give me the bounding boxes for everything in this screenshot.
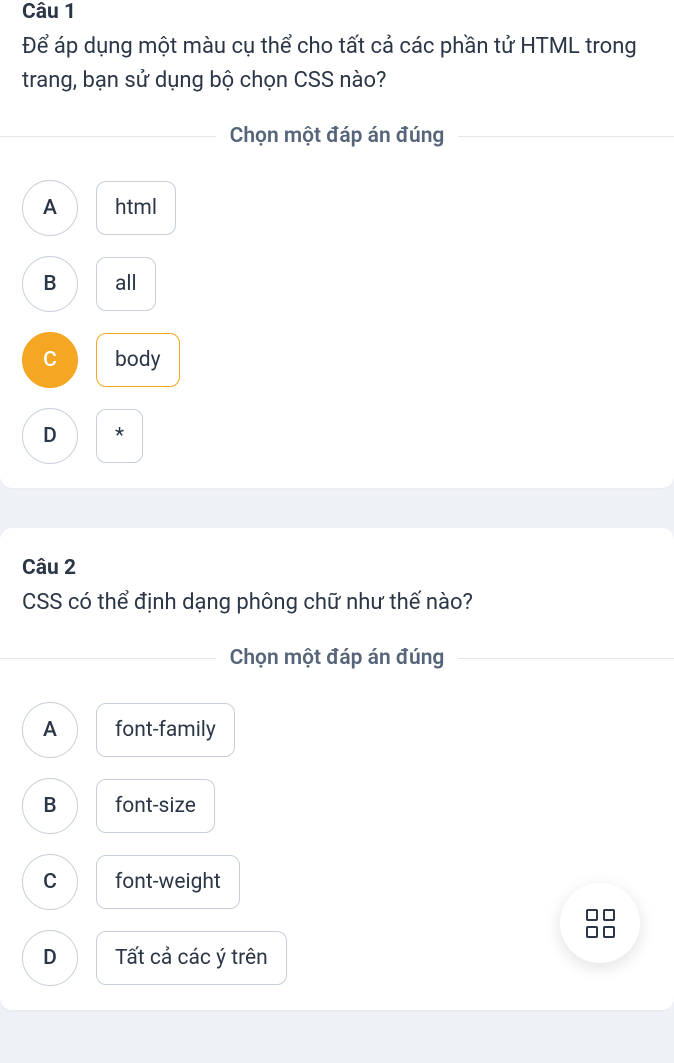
option-letter: A — [22, 702, 78, 758]
question-text: Để áp dụng một màu cụ thể cho tất cả các… — [22, 30, 652, 98]
option-label: body — [96, 333, 180, 387]
grid-menu-button[interactable] — [560, 883, 640, 963]
option-letter: A — [22, 180, 78, 236]
question-card-1: Câu 1 Để áp dụng một màu cụ thể cho tất … — [0, 0, 674, 488]
instruction-label: Chọn một đáp án đúng — [216, 124, 459, 148]
option-b[interactable]: B all — [22, 256, 652, 312]
option-letter: C — [22, 332, 78, 388]
option-label: font-size — [96, 779, 215, 833]
grid-icon — [586, 909, 615, 938]
option-d[interactable]: D * — [22, 408, 652, 464]
option-label: * — [96, 409, 143, 463]
option-b[interactable]: B font-size — [22, 778, 652, 834]
divider-line-left — [0, 658, 216, 659]
option-letter: C — [22, 854, 78, 910]
options-list: A font-family B font-size C font-weight … — [22, 702, 652, 986]
option-letter: D — [22, 408, 78, 464]
option-c[interactable]: C font-weight — [22, 854, 652, 910]
option-a[interactable]: A font-family — [22, 702, 652, 758]
option-c[interactable]: C body — [22, 332, 652, 388]
option-label: html — [96, 181, 176, 235]
option-label: all — [96, 257, 156, 311]
option-label: font-family — [96, 703, 235, 757]
question-title: Câu 1 — [22, 0, 652, 24]
instruction-divider: Chọn một đáp án đúng — [0, 124, 674, 148]
options-list: A html B all C body D * — [22, 180, 652, 464]
divider-line-left — [0, 136, 216, 137]
divider-line-right — [458, 136, 674, 137]
option-letter: D — [22, 930, 78, 986]
option-letter: B — [22, 256, 78, 312]
instruction-label: Chọn một đáp án đúng — [216, 646, 459, 670]
option-label: font-weight — [96, 855, 240, 909]
instruction-divider: Chọn một đáp án đúng — [0, 646, 674, 670]
question-text: CSS có thể định dạng phông chữ như thế n… — [22, 586, 652, 620]
option-label: Tất cả các ý trên — [96, 931, 287, 985]
option-letter: B — [22, 778, 78, 834]
option-d[interactable]: D Tất cả các ý trên — [22, 930, 652, 986]
divider-line-right — [458, 658, 674, 659]
option-a[interactable]: A html — [22, 180, 652, 236]
question-title: Câu 2 — [22, 556, 652, 580]
